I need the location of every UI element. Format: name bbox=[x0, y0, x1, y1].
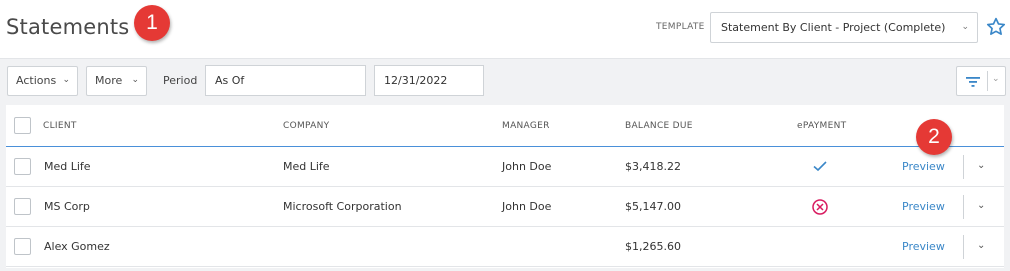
preview-link[interactable]: Preview bbox=[902, 160, 945, 173]
chevron-down-icon[interactable]: ⌄ bbox=[977, 160, 985, 171]
company-cell: Med Life bbox=[283, 160, 330, 173]
chevron-down-icon[interactable]: ⌄ bbox=[992, 74, 1000, 84]
column-header-epayment[interactable]: ePAYMENT bbox=[797, 121, 846, 131]
more-button[interactable]: More ⌄ bbox=[86, 66, 147, 96]
chevron-down-icon: ⌄ bbox=[131, 75, 139, 85]
row-checkbox[interactable] bbox=[14, 158, 31, 175]
table-row[interactable]: Alex Gomez $1,265.60 Preview ⌄ bbox=[6, 227, 1004, 267]
x-circle-icon bbox=[812, 199, 828, 215]
chevron-down-icon[interactable]: ⌄ bbox=[977, 200, 985, 211]
chevron-down-icon: ⌄ bbox=[62, 75, 70, 85]
template-select-value: Statement By Client - Project (Complete) bbox=[721, 21, 946, 34]
period-select[interactable]: As Of bbox=[205, 65, 366, 96]
column-header-balance-due[interactable]: BALANCE DUE bbox=[625, 121, 693, 131]
statements-table: CLIENT COMPANY MANAGER BALANCE DUE ePAYM… bbox=[6, 105, 1004, 268]
template-select[interactable]: Statement By Client - Project (Complete)… bbox=[710, 12, 978, 43]
divider bbox=[963, 235, 964, 259]
page-header: Statements 1 TEMPLATE Statement By Clien… bbox=[0, 0, 1010, 58]
balance-cell: $5,147.00 bbox=[625, 200, 681, 213]
period-label: Period bbox=[163, 74, 198, 87]
row-checkbox[interactable] bbox=[14, 198, 31, 215]
chevron-down-icon[interactable]: ⌄ bbox=[977, 240, 985, 251]
date-input[interactable]: 12/31/2022 bbox=[374, 65, 484, 96]
column-header-manager[interactable]: MANAGER bbox=[502, 121, 550, 131]
actions-button[interactable]: Actions ⌄ bbox=[7, 66, 78, 96]
filter-button[interactable]: ⌄ bbox=[956, 66, 1006, 96]
star-icon[interactable] bbox=[985, 16, 1007, 38]
manager-cell: John Doe bbox=[502, 160, 552, 173]
table-row[interactable]: MS Corp Microsoft Corporation John Doe $… bbox=[6, 187, 1004, 227]
company-cell: Microsoft Corporation bbox=[283, 200, 402, 213]
chevron-down-icon: ⌄ bbox=[961, 22, 969, 32]
manager-cell: John Doe bbox=[502, 200, 552, 213]
column-header-client[interactable]: CLIENT bbox=[43, 121, 77, 131]
column-header-company[interactable]: COMPANY bbox=[283, 121, 329, 131]
annotation-badge-1: 1 bbox=[134, 5, 170, 41]
divider bbox=[963, 195, 964, 219]
row-checkbox[interactable] bbox=[14, 238, 31, 255]
divider bbox=[963, 155, 964, 179]
filter-icon bbox=[966, 77, 980, 87]
client-cell: Alex Gomez bbox=[44, 240, 110, 253]
annotation-badge-2: 2 bbox=[916, 119, 952, 155]
table-header: CLIENT COMPANY MANAGER BALANCE DUE ePAYM… bbox=[6, 105, 1004, 147]
preview-link[interactable]: Preview bbox=[902, 240, 945, 253]
client-cell: Med Life bbox=[44, 160, 91, 173]
divider bbox=[987, 71, 988, 91]
preview-link[interactable]: Preview bbox=[902, 200, 945, 213]
check-icon bbox=[813, 161, 827, 172]
actions-button-label: Actions bbox=[16, 74, 57, 87]
balance-cell: $3,418.22 bbox=[625, 160, 681, 173]
table-row[interactable]: Med Life Med Life John Doe $3,418.22 Pre… bbox=[6, 147, 1004, 187]
page-title: Statements bbox=[6, 15, 130, 39]
more-button-label: More bbox=[95, 74, 123, 87]
balance-cell: $1,265.60 bbox=[625, 240, 681, 253]
select-all-checkbox[interactable] bbox=[14, 117, 31, 134]
client-cell: MS Corp bbox=[44, 200, 90, 213]
template-label: TEMPLATE bbox=[656, 22, 705, 32]
toolbar: Actions ⌄ More ⌄ Period As Of 12/31/2022… bbox=[0, 58, 1010, 271]
